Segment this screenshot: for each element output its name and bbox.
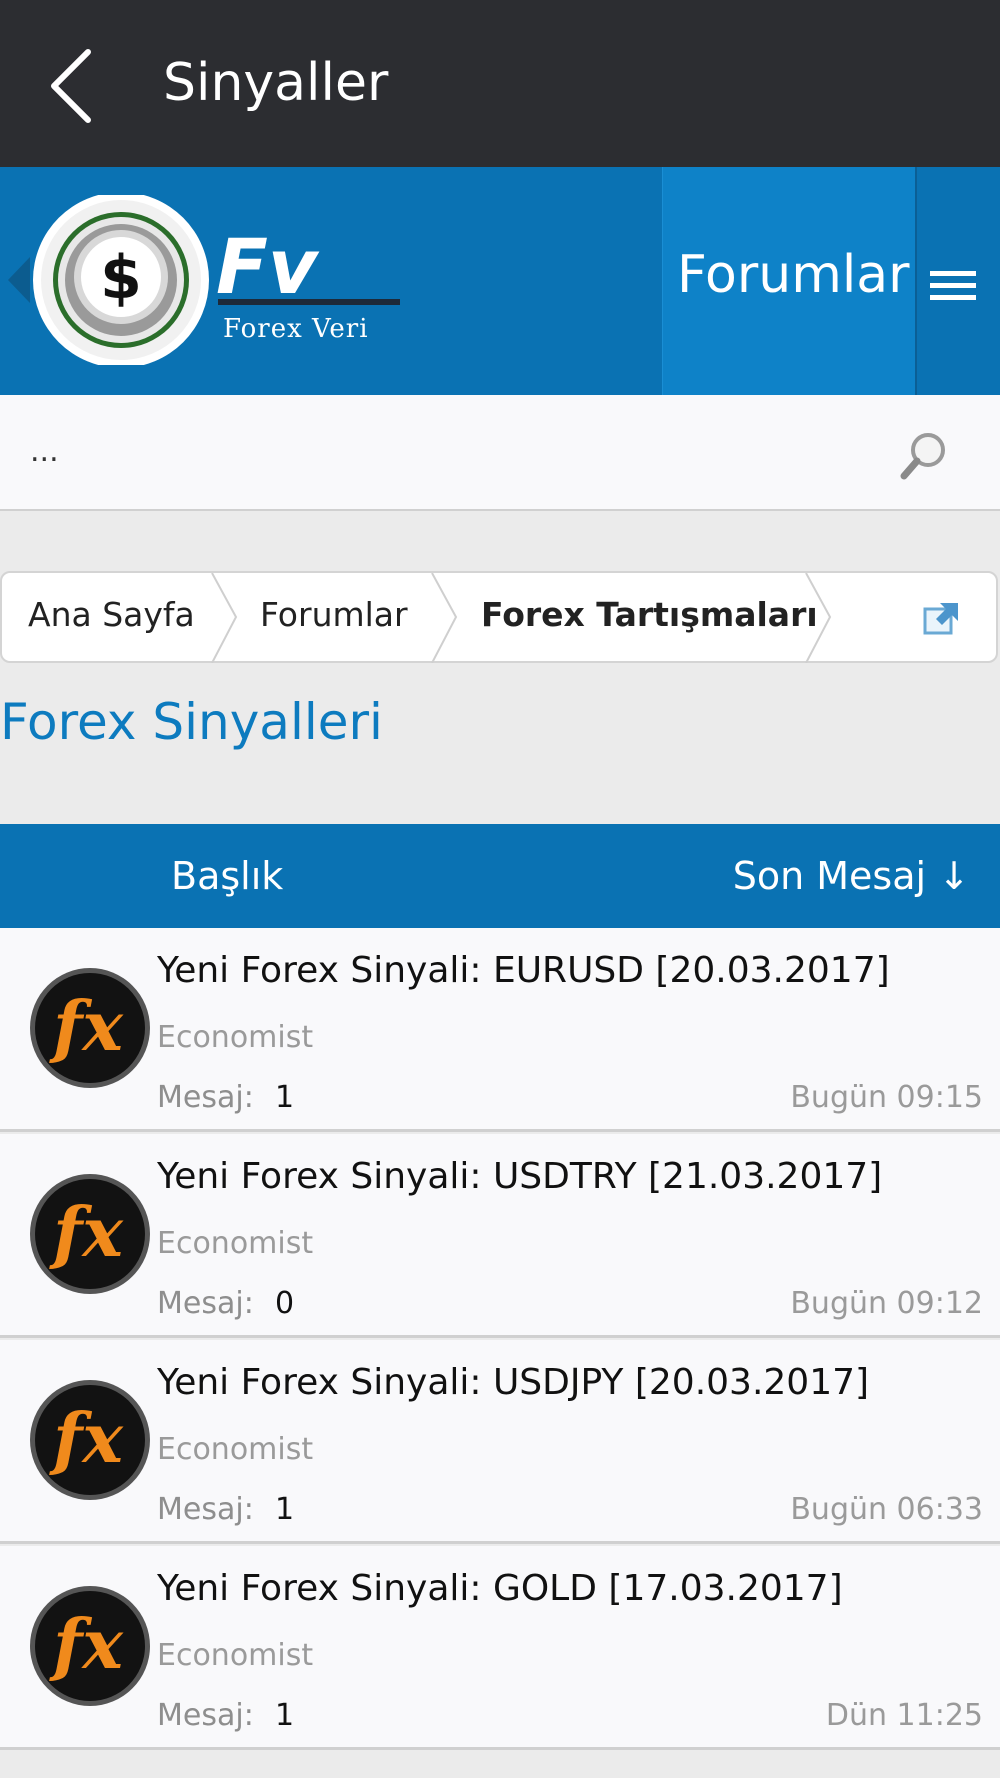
thread-author[interactable]: Economist <box>157 1432 313 1467</box>
avatar: fx <box>30 968 150 1088</box>
site-header: $ Fv Forex Veri Forumlar <box>0 167 1000 395</box>
thread-row[interactable]: fx Yeni Forex Sinyali: USDJPY [20.03.201… <box>0 1340 1000 1544</box>
svg-text:fx: fx <box>49 1605 124 1685</box>
replies-label: Mesaj: <box>157 1286 254 1321</box>
nav-tab-label: Forumlar <box>677 245 910 305</box>
breadcrumb-item-forums[interactable]: Forumlar <box>260 595 408 634</box>
thread-title[interactable]: Yeni Forex Sinyali: GOLD [17.03.2017] <box>157 1568 843 1609</box>
external-link-icon[interactable] <box>922 599 962 637</box>
search-bar <box>0 395 1000 511</box>
thread-author[interactable]: Economist <box>157 1020 313 1055</box>
thread-author[interactable]: Economist <box>157 1226 313 1261</box>
thread-title[interactable]: Yeni Forex Sinyali: EURUSD [20.03.2017] <box>157 950 890 991</box>
replies-label: Mesaj: <box>157 1698 254 1733</box>
app-bar: Sinyaller <box>0 0 1000 167</box>
replies-label: Mesaj: <box>157 1492 254 1527</box>
svg-text:fx: fx <box>49 987 124 1067</box>
replies-label: Mesaj: <box>157 1080 254 1115</box>
replies-count: 1 <box>275 1698 295 1733</box>
site-logo[interactable]: $ Fv Forex Veri <box>8 192 408 368</box>
breadcrumb-item-home[interactable]: Ana Sayfa <box>28 595 195 634</box>
logo-text: Forex Veri <box>223 314 369 344</box>
back-arrow-icon[interactable] <box>44 46 104 126</box>
replies-count: 1 <box>275 1492 295 1527</box>
breadcrumb-separator <box>805 573 832 663</box>
replies-count: 1 <box>275 1080 295 1115</box>
thread-author[interactable]: Economist <box>157 1638 313 1673</box>
forum-title: Forex Sinyalleri <box>0 693 383 751</box>
avatar: fx <box>30 1174 150 1294</box>
avatar: fx <box>30 1586 150 1706</box>
thread-row[interactable]: fx Yeni Forex Sinyali: GOLD [17.03.2017]… <box>0 1546 1000 1750</box>
replies-count: 0 <box>275 1286 295 1321</box>
breadcrumb-separator <box>211 573 238 663</box>
svg-text:fx: fx <box>49 1399 124 1479</box>
thread-row[interactable]: fx Yeni Forex Sinyali: EURUSD [20.03.201… <box>0 928 1000 1132</box>
thread-list-header: Başlık Son Mesaj ↓ <box>0 824 1000 928</box>
breadcrumb-separator <box>431 573 458 663</box>
last-post-time[interactable]: Bugün 09:15 <box>790 1080 983 1115</box>
avatar: fx <box>30 1380 150 1500</box>
thread-title[interactable]: Yeni Forex Sinyali: USDTRY [21.03.2017] <box>157 1156 882 1197</box>
sort-by-title-button[interactable]: Başlık <box>171 854 283 898</box>
last-post-time[interactable]: Bugün 09:12 <box>790 1286 983 1321</box>
menu-icon[interactable] <box>915 167 1000 395</box>
breadcrumb: Ana Sayfa Forumlar Forex Tartışmaları <box>0 571 998 663</box>
nav-tab-forumlar[interactable]: Forumlar <box>662 167 915 395</box>
last-post-time[interactable]: Dün 11:25 <box>826 1698 983 1733</box>
app-title: Sinyaller <box>163 53 389 113</box>
logo-letters: Fv <box>216 222 320 311</box>
thread-row[interactable]: fx Yeni Forex Sinyali: USDTRY [21.03.201… <box>0 1134 1000 1338</box>
search-input[interactable] <box>30 421 870 481</box>
svg-text:fx: fx <box>49 1193 124 1273</box>
thread-title[interactable]: Yeni Forex Sinyali: USDJPY [20.03.2017] <box>157 1362 869 1403</box>
sort-by-last-post-button[interactable]: Son Mesaj ↓ <box>733 854 970 898</box>
svg-text:$: $ <box>100 243 142 313</box>
search-icon[interactable] <box>898 430 948 482</box>
breadcrumb-item-current[interactable]: Forex Tartışmaları <box>481 595 818 634</box>
last-post-time[interactable]: Bugün 06:33 <box>790 1492 983 1527</box>
